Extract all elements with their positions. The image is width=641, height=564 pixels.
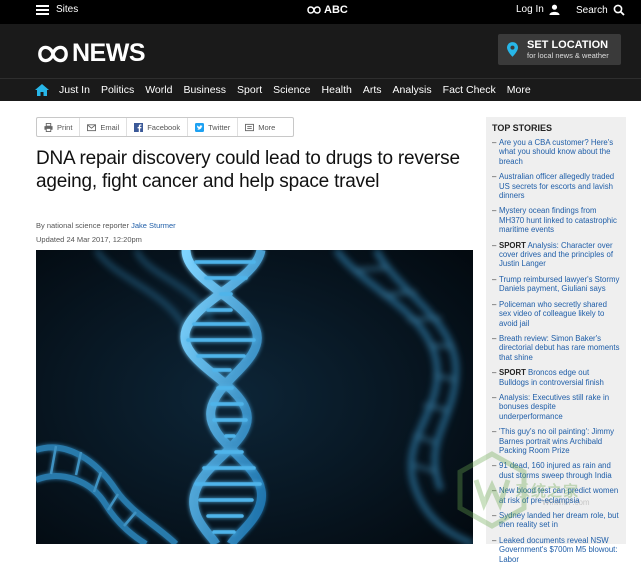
list-item[interactable]: Trump reimbursed lawyer's Stormy Daniels… — [492, 275, 620, 294]
share-bar: Print Email Facebook Twitter More — [36, 117, 294, 137]
list-item[interactable]: Analysis: Executives still rake in bonus… — [492, 393, 620, 421]
set-location-title: SET LOCATION — [527, 39, 609, 51]
home-icon[interactable] — [35, 84, 49, 96]
top-stories-title: TOP STORIES — [492, 123, 553, 133]
story-link[interactable]: Trump reimbursed lawyer's Stormy Daniels… — [499, 275, 619, 293]
nav-item-science[interactable]: Science — [273, 84, 310, 96]
story-link[interactable]: Are you a CBA customer? Here's what you … — [499, 138, 613, 166]
sites-menu[interactable]: Sites — [36, 4, 78, 15]
print-label: Print — [57, 122, 73, 132]
watermark: 系统之家 Winwin7.com — [452, 450, 637, 540]
facebook-label: Facebook — [147, 122, 181, 132]
utility-bar: Sites ABC Log In Search — [0, 0, 641, 24]
nav-item-health[interactable]: Health — [322, 84, 352, 96]
twitter-button[interactable]: Twitter — [188, 118, 239, 136]
login-button[interactable]: Log In — [516, 4, 560, 15]
user-icon — [549, 4, 560, 15]
nav-item-business[interactable]: Business — [183, 84, 226, 96]
story-link[interactable]: Policeman who secretly shared sex video … — [499, 300, 607, 328]
list-item[interactable]: Leaked documents reveal NSW Government's… — [492, 536, 620, 564]
email-button[interactable]: Email — [80, 118, 128, 136]
list-item[interactable]: Australian officer allegedly traded US s… — [492, 172, 620, 200]
search-icon — [613, 4, 625, 16]
nav-item-world[interactable]: World — [145, 84, 172, 96]
story-link[interactable]: Australian officer allegedly traded US s… — [499, 172, 614, 200]
nav-item-just-in[interactable]: Just In — [59, 84, 90, 96]
news-logo-text: NEWS — [72, 39, 146, 67]
list-item[interactable]: Breath review: Simon Baker's directorial… — [492, 334, 620, 362]
twitter-icon — [195, 122, 205, 132]
list-item[interactable]: Are you a CBA customer? Here's what you … — [492, 138, 620, 166]
nav-item-politics[interactable]: Politics — [101, 84, 134, 96]
list-item[interactable]: Mystery ocean findings from MH370 hunt l… — [492, 206, 620, 234]
more-icon — [245, 123, 255, 131]
hamburger-icon — [36, 4, 49, 15]
byline-prefix: By national science reporter — [36, 221, 129, 230]
abc-label: ABC — [324, 4, 348, 16]
list-item[interactable]: Policeman who secretly shared sex video … — [492, 300, 620, 328]
story-link[interactable]: Mystery ocean findings from MH370 hunt l… — [499, 206, 617, 234]
list-item[interactable]: SPORT Analysis: Character over cover dri… — [492, 241, 620, 269]
story-link[interactable]: Breath review: Simon Baker's directorial… — [499, 334, 619, 362]
story-link[interactable]: Analysis: Executives still rake in bonus… — [499, 393, 609, 421]
set-location-subtitle: for local news & weather — [527, 51, 609, 60]
facebook-icon — [134, 122, 144, 132]
story-tag: SPORT — [499, 240, 526, 250]
byline: By national science reporter Jake Sturme… — [36, 221, 176, 230]
abc-news-logo[interactable]: NEWS — [36, 39, 146, 68]
sites-label: Sites — [56, 4, 79, 15]
location-pin-icon — [507, 42, 518, 57]
updated-timestamp: Updated 24 Mar 2017, 12:20pm — [36, 235, 142, 244]
facebook-button[interactable]: Facebook — [127, 118, 189, 136]
nav-item-more[interactable]: More — [507, 84, 531, 96]
email-label: Email — [100, 122, 120, 132]
print-button[interactable]: Print — [37, 118, 81, 136]
nav-item-arts[interactable]: Arts — [363, 84, 382, 96]
news-header: NEWS SET LOCATION for local news & weath… — [0, 24, 641, 78]
search-label: Search — [576, 4, 608, 16]
abc-lissajous-icon — [38, 45, 68, 62]
search-button[interactable]: Search — [576, 4, 625, 16]
dna-helix-illustration — [36, 250, 473, 544]
more-share-button[interactable]: More — [238, 118, 282, 136]
envelope-icon — [87, 123, 97, 131]
author-link[interactable]: Jake Sturmer — [131, 221, 176, 230]
twitter-label: Twitter — [208, 122, 231, 132]
printer-icon — [44, 122, 53, 132]
main-nav: Just In Politics World Business Sport Sc… — [0, 78, 641, 101]
login-label: Log In — [516, 4, 544, 15]
article-headline: DNA repair discovery could lead to drugs… — [36, 148, 460, 192]
hero-image — [36, 250, 473, 544]
set-location-button[interactable]: SET LOCATION for local news & weather — [498, 34, 621, 65]
watermark-url: Winwin7.com — [542, 498, 590, 507]
list-item[interactable]: SPORT Broncos edge out Bulldogs in contr… — [492, 368, 620, 387]
story-tag: SPORT — [499, 368, 526, 378]
more-share-label: More — [258, 122, 276, 132]
nav-item-analysis[interactable]: Analysis — [393, 84, 432, 96]
abc-logo[interactable]: ABC — [307, 4, 348, 16]
nav-item-fact-check[interactable]: Fact Check — [443, 84, 496, 96]
abc-lissajous-icon — [307, 6, 321, 14]
nav-item-sport[interactable]: Sport — [237, 84, 262, 96]
